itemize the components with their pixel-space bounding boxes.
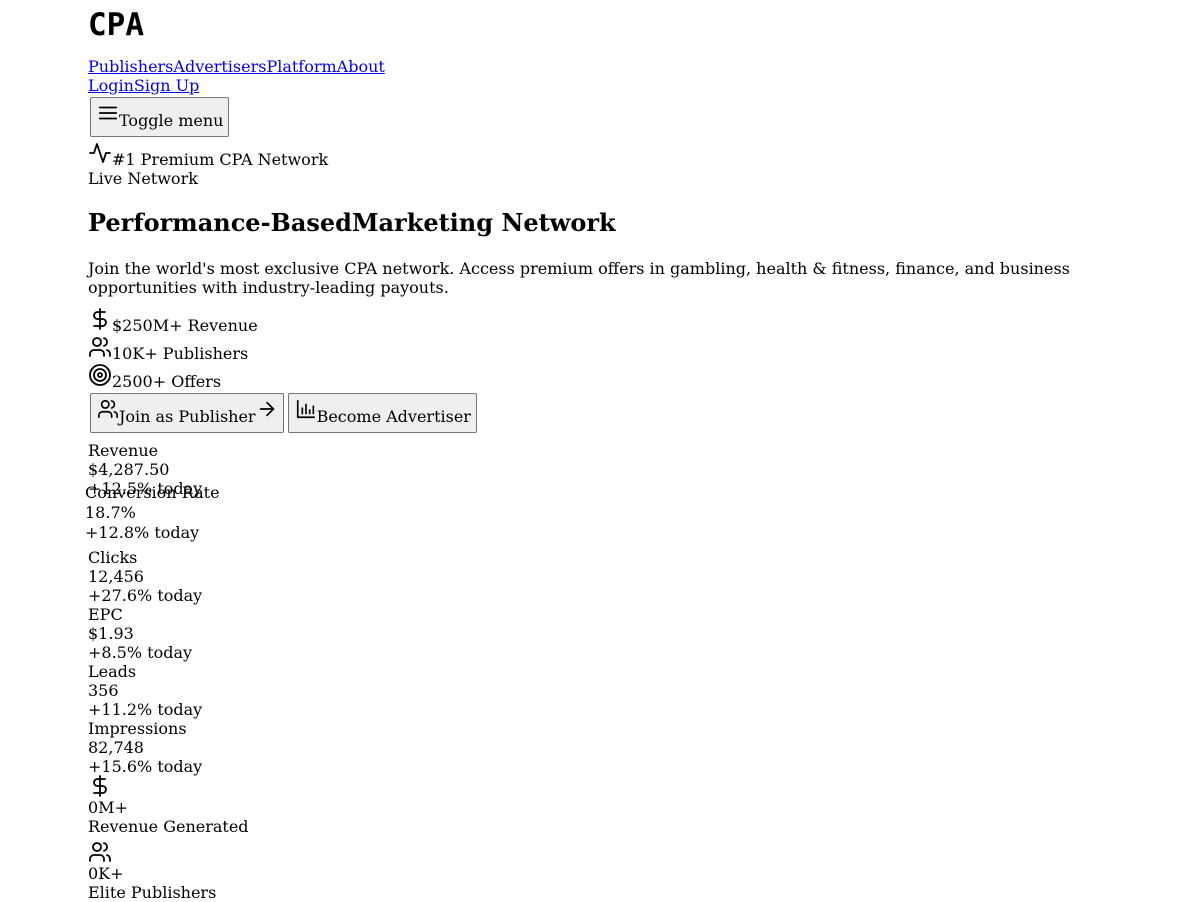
metric-change: +11.2% today — [88, 700, 203, 719]
stat-publishers: 10K+ Publishers — [88, 335, 1200, 363]
metric-value: 18.7% — [85, 503, 136, 522]
nav-link-about[interactable]: About — [337, 57, 385, 76]
arrow-right-icon — [259, 401, 274, 417]
metric-label: Revenue — [88, 441, 159, 460]
metric-value: 82,748 — [88, 738, 144, 757]
metric-label: Leads — [88, 662, 137, 681]
users-icon — [89, 842, 111, 862]
nav-link-advertisers[interactable]: Advertisers — [173, 57, 266, 76]
logo-mark: CPA — [88, 8, 144, 39]
become-advertiser-label: Become Advertiser — [316, 407, 471, 426]
signup-link[interactable]: Sign Up — [134, 76, 199, 95]
hero-description: Join the world's most exclusive CPA netw… — [88, 259, 1070, 297]
metric-change: +27.6% today — [88, 586, 203, 605]
hero-badge: #1 Premium CPA Network — [88, 141, 1200, 169]
metric-value: $1.93 — [88, 624, 134, 643]
total-label: Revenue Generated — [88, 817, 249, 836]
join-publisher-label: Join as Publisher — [119, 407, 256, 426]
stat-publishers-label: 10K+ Publishers — [112, 344, 249, 363]
dashboard-metrics: Revenue $4,287.50 +12.5% today Conversio… — [85, 433, 1200, 902]
dollar-icon — [93, 775, 107, 797]
hero-title-part2: Marketing Network — [351, 208, 616, 237]
live-network-label: Live Network — [88, 169, 198, 188]
metric-change: +12.8% today — [85, 523, 200, 542]
metric-value: $4,287.50 — [88, 460, 170, 479]
nav-link-platform[interactable]: Platform — [266, 57, 336, 76]
total-revenue: 0M+ Revenue Generated — [88, 774, 249, 836]
metric-card-clicks: Clicks 12,456 +27.6% today — [88, 548, 202, 605]
metric-value: 12,456 — [88, 567, 144, 586]
total-value: 0M+ — [88, 798, 128, 817]
activity-icon — [89, 143, 111, 163]
toggle-menu-button[interactable]: Toggle menu — [90, 97, 230, 137]
total-value: 0K+ — [88, 864, 124, 883]
metric-change: +8.5% today — [88, 643, 193, 662]
hero-cta-group: Join as Publisher Become Advertiser — [88, 391, 1200, 433]
dollar-icon — [93, 308, 107, 330]
stat-offers: 2500+ Offers — [88, 363, 1200, 391]
auth-links: LoginSign Up — [88, 76, 1200, 95]
metric-card-conversion-rate: Conversion Rate 18.7% +12.8% today — [85, 483, 220, 542]
metric-label: Impressions — [88, 719, 187, 738]
metric-card-epc: EPC $1.93 +8.5% today — [88, 605, 192, 662]
metric-card-impressions: Impressions 82,748 +15.6% today — [88, 719, 202, 776]
metric-label: Clicks — [88, 548, 138, 567]
metric-label: Conversion Rate — [85, 483, 220, 502]
metric-label: EPC — [88, 605, 123, 624]
main-nav: PublishersAdvertisersPlatformAbout — [88, 57, 1200, 76]
stat-revenue-label: $250M+ Revenue — [112, 316, 258, 335]
svg-text:CPA: CPA — [88, 8, 144, 39]
stat-revenue: $250M+ Revenue — [88, 307, 1200, 335]
stat-offers-label: 2500+ Offers — [112, 372, 222, 391]
join-publisher-button[interactable]: Join as Publisher — [90, 393, 284, 433]
hero-title-part1: Performance-Based — [88, 208, 352, 237]
become-advertiser-button[interactable]: Become Advertiser — [287, 393, 477, 433]
bar-chart-icon — [296, 399, 315, 419]
users-icon — [89, 337, 111, 357]
hero-badge-label: #1 Premium CPA Network — [112, 150, 329, 169]
hero-title: Performance-BasedMarketing Network — [88, 209, 1200, 237]
logo[interactable]: CPA — [88, 8, 1200, 39]
total-publishers: 0K+ Elite Publishers — [88, 840, 216, 902]
menu-icon — [98, 106, 118, 120]
page: CPA PublishersAdvertisersPlatformAbout L… — [0, 0, 1200, 902]
users-icon — [98, 399, 118, 419]
login-link[interactable]: Login — [88, 76, 134, 95]
nav-link-publishers[interactable]: Publishers — [88, 57, 173, 76]
toggle-menu-label: Toggle menu — [119, 111, 224, 130]
target-icon — [89, 364, 111, 386]
total-label: Elite Publishers — [88, 883, 217, 902]
metric-card-leads: Leads 356 +11.2% today — [88, 662, 202, 719]
metric-value: 356 — [88, 681, 119, 700]
